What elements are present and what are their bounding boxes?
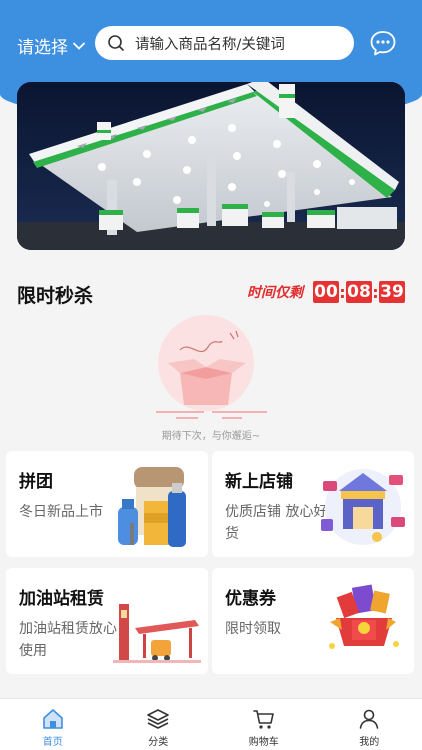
countdown-hours: 00: [313, 281, 339, 303]
coupon-gift-illustration: [329, 584, 399, 649]
home-icon: [42, 709, 63, 729]
countdown-separator: :: [339, 282, 346, 302]
tab-profile[interactable]: 我的: [317, 699, 422, 750]
user-icon: [359, 709, 379, 729]
card-title: 拼团: [19, 472, 53, 492]
countdown-minutes: 08: [346, 281, 372, 303]
empty-state-text: 期待下次，与你邂逅~: [161, 431, 261, 442]
card-title: 优惠券: [225, 589, 276, 609]
card-subtitle: 加油站租赁放心使用: [19, 621, 117, 659]
gas-station-illustration: [113, 604, 201, 663]
tab-label: 购物车: [248, 737, 279, 748]
tab-bar: 首页 分类 购物车 我的: [0, 698, 422, 750]
card-new-stores[interactable]: 新上店铺 优质店铺 放心好货: [212, 451, 414, 557]
message-icon[interactable]: [369, 29, 397, 57]
card-coupons[interactable]: 优惠券 限时领取: [212, 568, 414, 674]
tab-label: 分类: [148, 737, 169, 748]
card-title: 加油站租赁: [19, 589, 104, 609]
chevron-down-icon: [73, 42, 85, 50]
countdown-separator: :: [372, 282, 379, 302]
tab-category[interactable]: 分类: [106, 699, 212, 750]
gas-station-photo: [17, 82, 405, 250]
products-image: [118, 467, 186, 547]
cart-icon: [252, 710, 274, 729]
tab-cart[interactable]: 购物车: [211, 699, 317, 750]
city-label: 请选择: [17, 38, 68, 58]
countdown: 时间仅剩 00 : 08 : 39: [247, 281, 405, 303]
countdown-label: 时间仅剩: [247, 285, 303, 301]
card-group-buy[interactable]: 拼团 冬日新品上市: [6, 451, 208, 557]
card-station-rental[interactable]: 加油站租赁 加油站租赁放心使用: [6, 568, 208, 674]
tab-label: 我的: [359, 737, 380, 748]
city-selector[interactable]: 请选择: [17, 33, 86, 58]
banner-image[interactable]: [17, 82, 405, 250]
tab-home[interactable]: 首页: [0, 699, 106, 750]
search-icon: [108, 35, 124, 51]
card-title: 新上店铺: [225, 472, 293, 492]
search-placeholder: 请输入商品名称/关键词: [135, 36, 285, 53]
flash-sale-title: 限时秒杀: [17, 285, 94, 307]
search-input[interactable]: 请输入商品名称/关键词: [95, 26, 354, 60]
countdown-seconds: 39: [379, 281, 405, 303]
layers-icon: [147, 709, 170, 729]
empty-box-illustration: [156, 315, 267, 419]
tab-label: 首页: [42, 737, 63, 748]
header: 请选择 请输入商品名称/关键词: [0, 24, 422, 64]
card-subtitle: 限时领取: [225, 621, 281, 637]
store-illustration: [321, 469, 405, 545]
